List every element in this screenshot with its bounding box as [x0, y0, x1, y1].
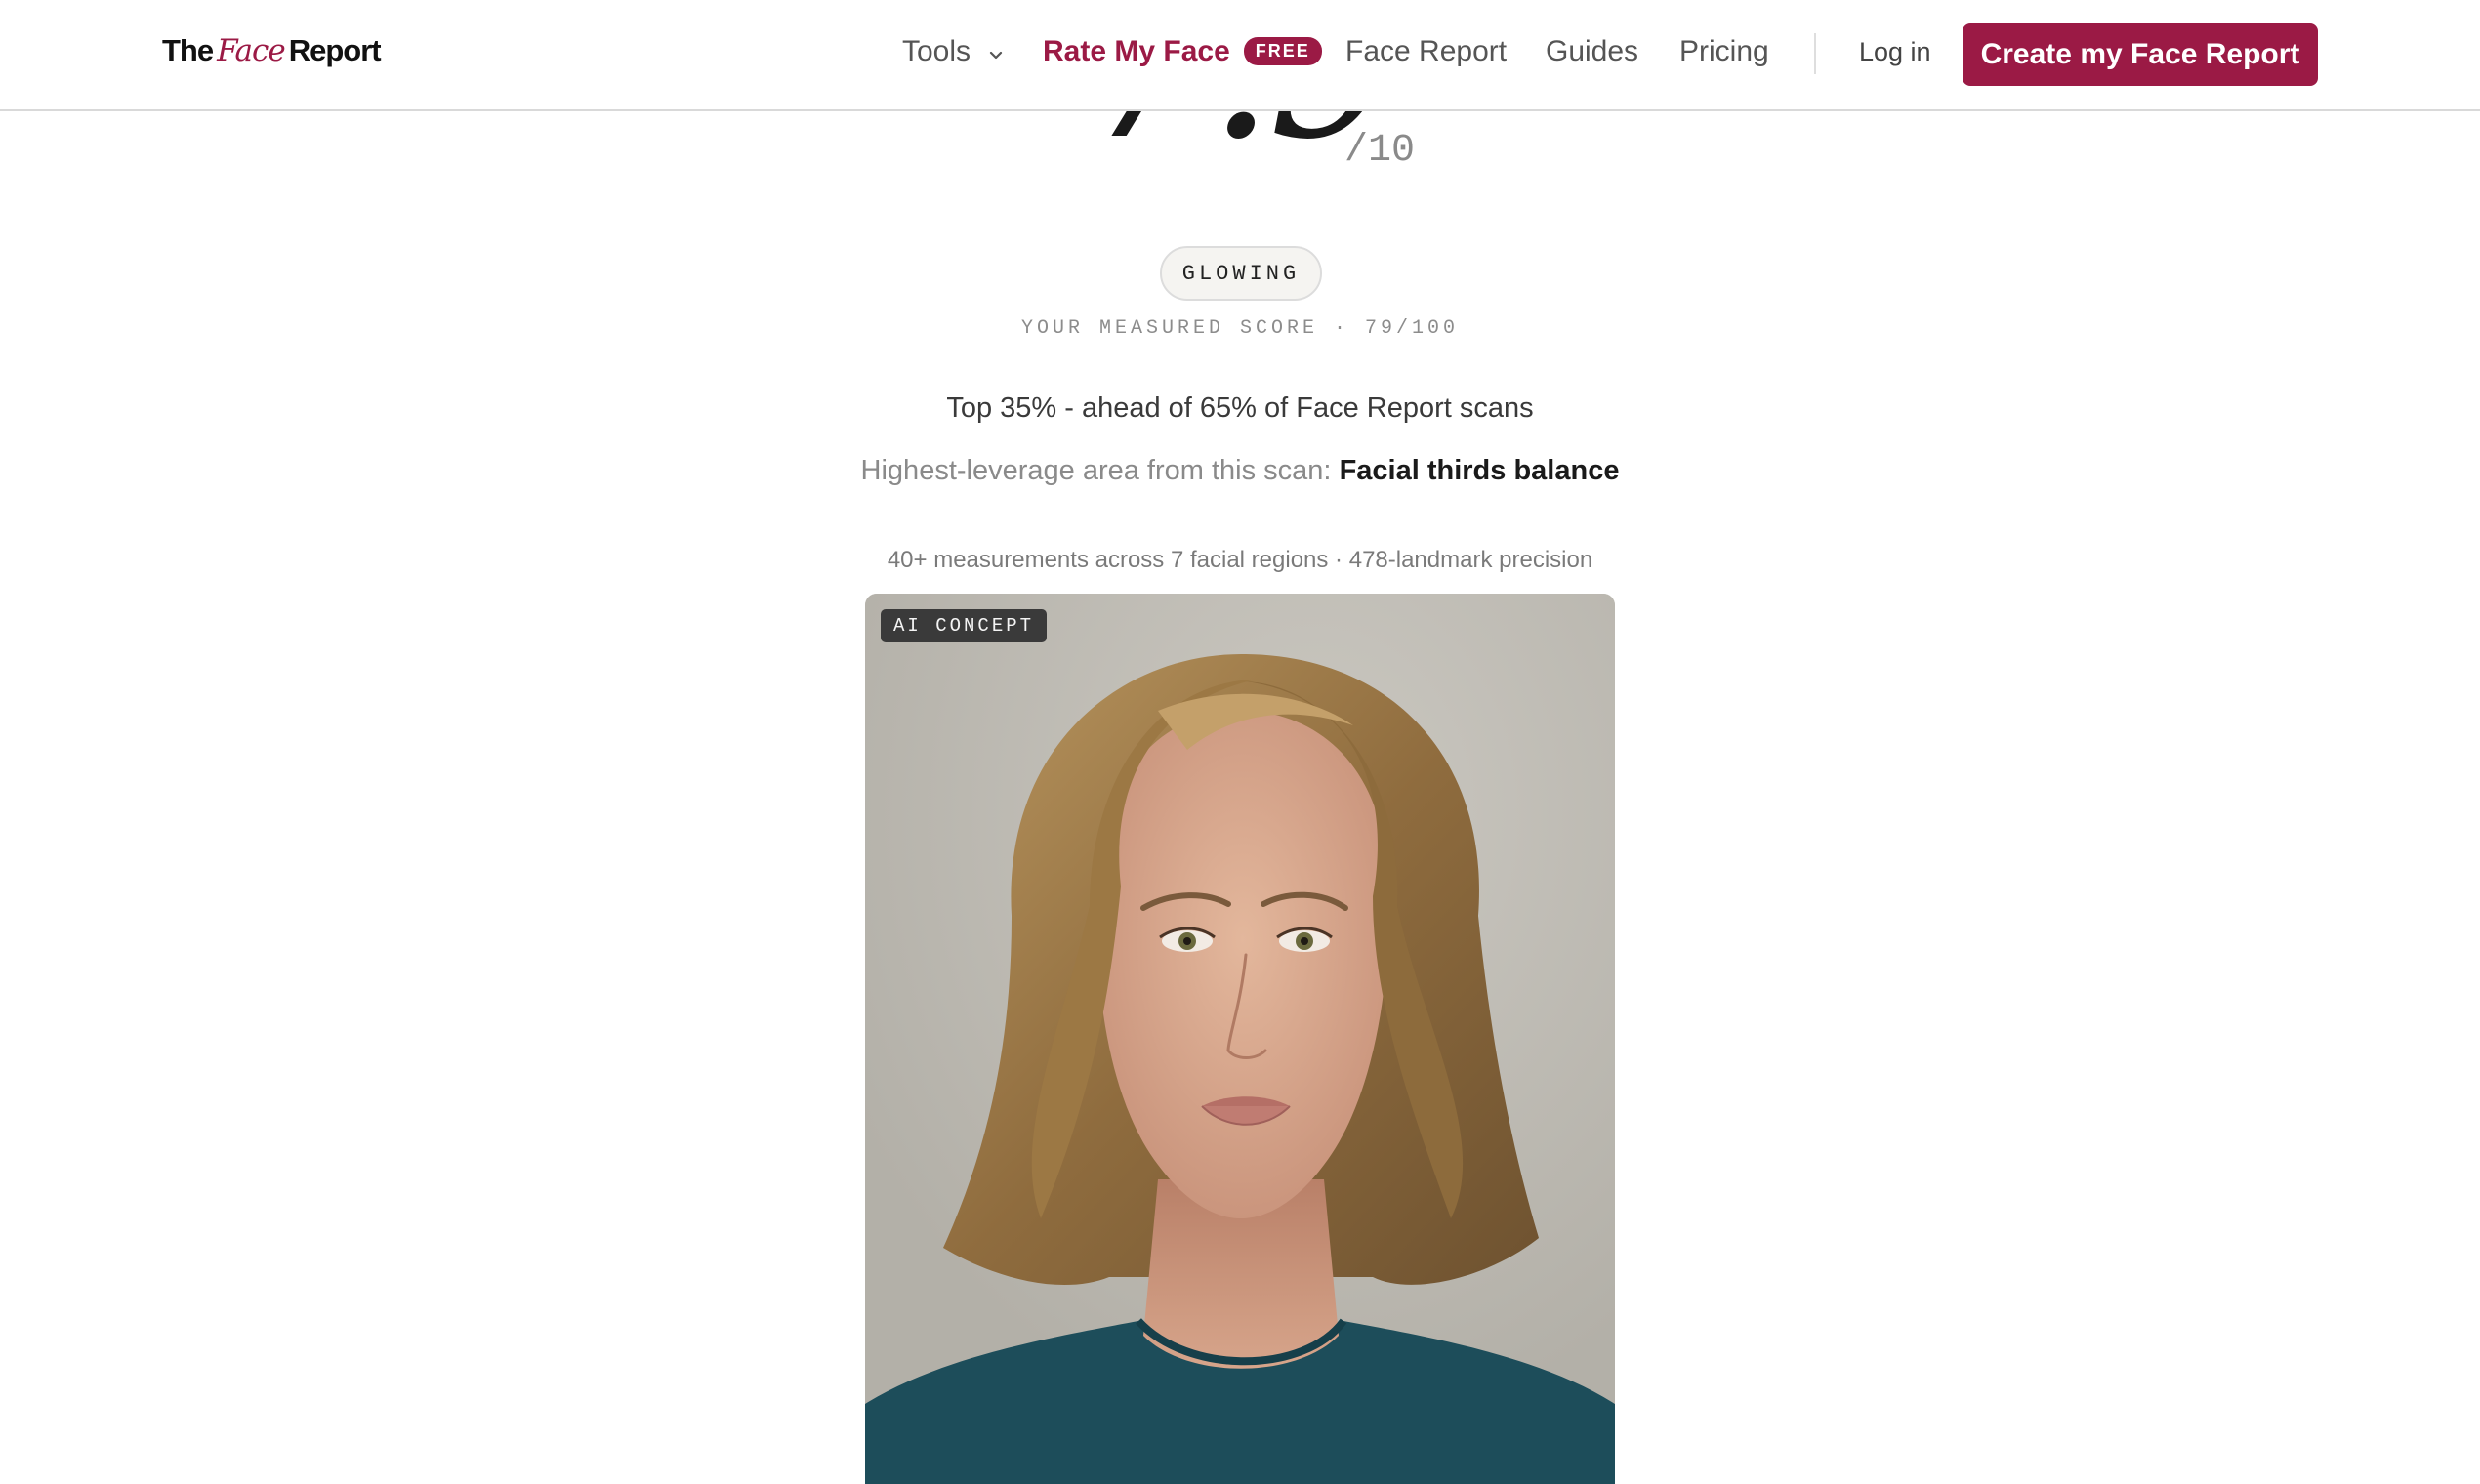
portrait-illustration — [865, 594, 1615, 1484]
nav-rate-label: Rate My Face — [1043, 35, 1230, 67]
logo-word-face: Face — [217, 33, 286, 68]
nav-face-report[interactable]: Face Report — [1345, 35, 1507, 68]
site-logo[interactable]: The Face Report — [162, 33, 382, 68]
login-link[interactable]: Log in — [1859, 37, 1931, 67]
portrait-image: AI CONCEPT — [865, 594, 1615, 1484]
logo-word-the: The — [162, 33, 214, 67]
nav-tools-label: Tools — [902, 35, 971, 67]
leverage-area-value: Facial thirds balance — [1339, 455, 1620, 486]
free-badge: FREE — [1243, 37, 1322, 65]
site-header: The Face Report Tools Rate My Face FREE Fac… — [0, 0, 2480, 111]
chevron-down-icon — [988, 36, 1004, 69]
ai-concept-tag: AI CONCEPT — [881, 609, 1048, 642]
nav-divider — [1814, 33, 1816, 74]
measured-score-label: YOUR MEASURED SCORE · 79/100 — [1020, 317, 1460, 340]
nav-guides[interactable]: Guides — [1546, 35, 1638, 68]
nav-pricing[interactable]: Pricing — [1679, 35, 1769, 68]
nav-tools-dropdown[interactable]: Tools — [902, 35, 1004, 69]
measurements-summary: 40+ measurements across 7 facial regions… — [887, 547, 1593, 573]
leverage-area: Highest-leverage area from this scan: Fa… — [0, 455, 2480, 487]
nav-rate-my-face[interactable]: Rate My Face FREE — [1043, 35, 1322, 68]
score-tier-badge: GLOWING — [1160, 246, 1322, 301]
leverage-prefix: Highest-leverage area from this scan: — [860, 455, 1332, 486]
logo-word-report: Report — [288, 33, 382, 67]
create-report-button[interactable]: Create my Face Report — [1963, 23, 2318, 86]
percentile-rank: Top 35% - ahead of 65% of Face Report sc… — [946, 392, 1534, 424]
